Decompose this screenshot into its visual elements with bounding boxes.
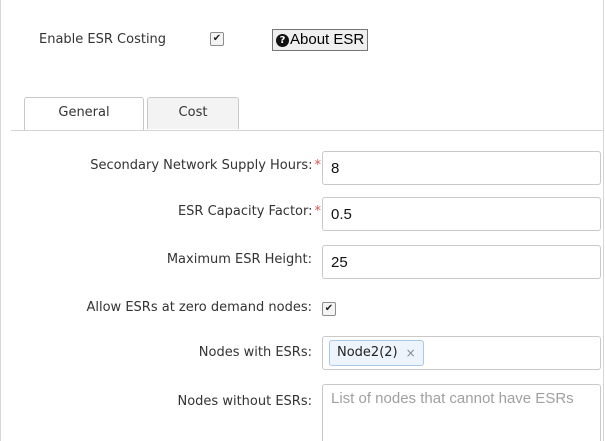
general-tab-content: Secondary Network Supply Hours:* ESR Cap… bbox=[11, 131, 603, 441]
nodes-without-esrs-select[interactable]: List of nodes that cannot have ESRs bbox=[322, 384, 601, 441]
allow-zero-demand-label: Allow ESRs at zero demand nodes: bbox=[86, 300, 312, 315]
node-tag-label: Node2(2) bbox=[337, 345, 398, 360]
nodes-without-esrs-placeholder: List of nodes that cannot have ESRs bbox=[331, 390, 574, 407]
max-height-label-text: Maximum ESR Height: bbox=[166, 252, 312, 267]
nodes-with-esrs-select[interactable]: Node2(2) × bbox=[322, 336, 601, 370]
max-height-label: Maximum ESR Height: bbox=[167, 252, 312, 267]
secondary-supply-hours-label: Secondary Network Supply Hours: * bbox=[90, 158, 321, 173]
about-esr-label: About ESR bbox=[290, 31, 365, 48]
node-tag: Node2(2) × bbox=[329, 340, 424, 366]
tab-cost-label: Cost bbox=[178, 105, 208, 120]
esr-settings-panel: Enable ESR Costing ✔ ? About ESR General… bbox=[0, 0, 604, 441]
esr-header: Enable ESR Costing ✔ ? About ESR bbox=[1, 0, 603, 88]
allow-zero-demand-label-text: Allow ESRs at zero demand nodes: bbox=[86, 300, 312, 315]
about-esr-button[interactable]: ? About ESR bbox=[272, 29, 369, 51]
secondary-supply-hours-label-text: Secondary Network Supply Hours: bbox=[90, 158, 313, 173]
capacity-factor-label-text: ESR Capacity Factor: bbox=[177, 204, 313, 219]
remove-tag-icon[interactable]: × bbox=[406, 337, 416, 369]
enable-esr-checkbox[interactable]: ✔ bbox=[210, 32, 224, 46]
max-height-input[interactable] bbox=[322, 245, 601, 279]
question-circle-icon: ? bbox=[276, 33, 289, 47]
allow-zero-demand-checkbox[interactable]: ✔ bbox=[322, 302, 336, 316]
enable-esr-label: Enable ESR Costing bbox=[39, 32, 167, 47]
tab-cost[interactable]: Cost bbox=[147, 97, 239, 129]
capacity-factor-input[interactable] bbox=[322, 197, 601, 231]
nodes-without-esrs-label: Nodes without ESRs: bbox=[178, 394, 313, 409]
required-marker: * bbox=[314, 158, 322, 173]
nodes-without-esrs-label-text: Nodes without ESRs: bbox=[177, 394, 313, 409]
tab-general[interactable]: General bbox=[24, 97, 144, 130]
nodes-with-esrs-label: Nodes with ESRs: bbox=[199, 345, 312, 360]
required-marker: * bbox=[314, 204, 322, 219]
secondary-supply-hours-input[interactable] bbox=[322, 151, 601, 185]
tab-bar: General Cost bbox=[11, 88, 603, 131]
capacity-factor-label: ESR Capacity Factor: * bbox=[178, 204, 321, 219]
tab-general-label: General bbox=[58, 105, 110, 120]
nodes-with-esrs-label-text: Nodes with ESRs: bbox=[198, 345, 312, 360]
